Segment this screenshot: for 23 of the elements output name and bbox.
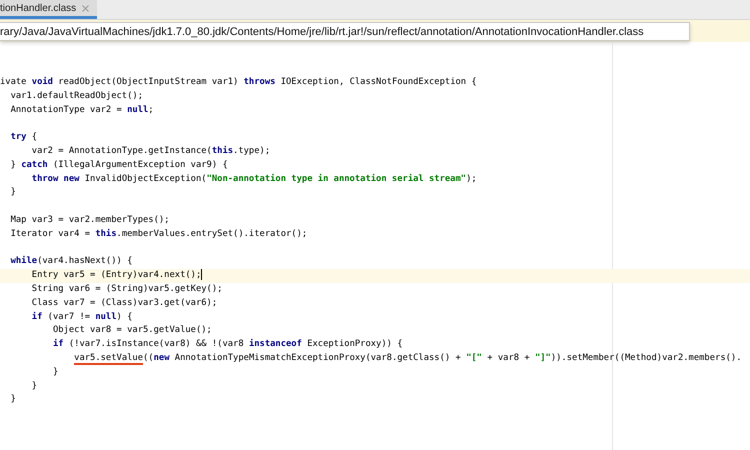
code-line: if (!var7.isInstance(var8) && !(var8 instanceof ExceptionProxy)) { <box>52 338 404 352</box>
code-line: } <box>10 393 17 406</box>
code-line: Object var8 = var5.getValue(); <box>52 324 213 338</box>
code-line: String var6 = (String)var5.getKey(); <box>30 282 224 296</box>
code-line: AnnotationType var2 = null; <box>10 104 155 117</box>
code-line: var2 = AnnotationType.getInstance(this.type); <box>30 144 272 158</box>
code-line: Class var7 = (Class)var3.get(var6); <box>30 296 218 310</box>
code-line: } catch (IllegalArgumentException var9) { <box>10 158 229 172</box>
code-line: } <box>52 366 60 379</box>
code-line: } <box>30 380 38 393</box>
code-line: Map var3 = var2.memberTypes(); <box>10 214 170 227</box>
code-line: while(var4.hasNext()) { <box>10 255 134 268</box>
close-icon[interactable] <box>82 4 90 12</box>
code-line: try { <box>10 131 38 144</box>
code-line: } <box>10 186 17 200</box>
file-tab[interactable]: tionHandler.class <box>0 0 98 19</box>
code-line: ivate void readObject(ObjectInputStream var1) throws IOException, ClassNotFoundException { <box>0 76 478 89</box>
code-line: if (var7 != null) { <box>30 310 134 324</box>
file-path-tooltip: rary/Java/JavaVirtualMachines/jdk1.7.0_80.jdk/Contents/Home/jre/lib/rt.jar!/sun/reflect/annotation/AnnotationInvocationHandler.class <box>0 22 690 41</box>
code-line: throw new InvalidObjectException("Non-annotation type in annotation serial stream"); <box>30 172 478 186</box>
code-line: Iterator var4 = this.memberValues.entrySet().iterator(); <box>10 228 308 241</box>
code-line: var5.setValue((new AnnotationTypeMismatchExceptionProxy(var8.getClass() + "[" + var8 + "]")).setMember((Method)var2.members(). <box>73 352 743 366</box>
code-line: var1.defaultReadObject(); <box>10 90 144 103</box>
